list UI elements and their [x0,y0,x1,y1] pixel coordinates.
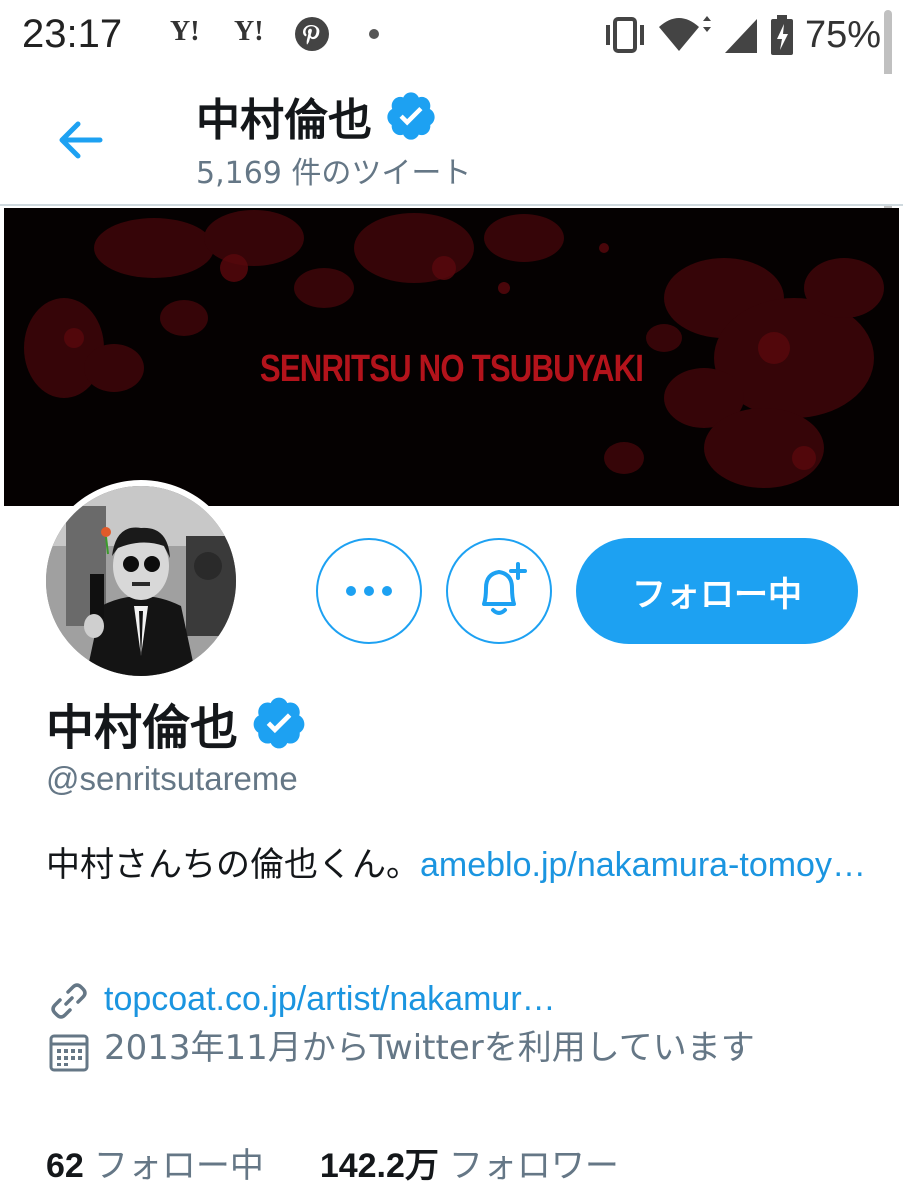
pinterest-icon [295,17,329,51]
yahoo-notification-icon: Y! [234,16,264,47]
profile-avatar[interactable] [40,480,242,682]
followers-stat[interactable]: 142.2万 フォロワー [320,1138,619,1187]
bio-link[interactable]: ameblo.jp/nakamura-tomoy… [420,846,866,884]
tweet-count: 5,169 件のツイート [196,156,472,191]
following-button[interactable]: フォロー中 [576,538,858,644]
followers-count: 142.2万 [319,1147,439,1185]
vibrate-icon [605,17,644,53]
website-row: topcoat.co.jp/artist/nakamur… [46,976,556,1024]
profile-handle: @senritsutareme [46,760,298,797]
bio-text: 中村さんちの倫也くん。 [46,845,420,885]
profile-header-bar: 中村倫也 5,169 件のツイート [0,74,903,206]
bell-plus-icon [482,562,527,615]
more-dots-icon [346,586,392,596]
verified-badge-icon [253,697,305,749]
follow-stats: 62 フォロー中 142.2万 フォロワー [46,1138,619,1187]
more-notifications-dot-icon [369,29,379,39]
yahoo-notification-icon: Y! [170,16,200,47]
cell-signal-icon [724,19,757,53]
following-count: 62 [46,1147,84,1185]
calendar-icon [49,1034,89,1072]
joined-row: 2013年11月からTwitterを利用しています [46,1026,854,1074]
battery-charging-icon [770,15,793,55]
link-icon [51,983,87,1019]
website-link[interactable]: topcoat.co.jp/artist/nakamur… [104,976,556,1022]
verified-badge-icon [387,92,435,140]
profile-name: 中村倫也 [46,688,308,758]
header-title: 中村倫也 [196,84,438,148]
avatar-image [46,486,236,676]
profile-display-name: 中村倫也 [46,700,239,756]
following-label: フォロー中 [93,1146,264,1186]
following-stat[interactable]: 62 フォロー中 [46,1138,264,1187]
wifi-icon [658,16,711,51]
status-bar: 23:17 Y! Y! 75% [0,0,903,74]
more-options-button[interactable] [316,538,422,644]
header-name: 中村倫也 [196,95,372,146]
followers-label: フォロワー [448,1146,619,1186]
notification-bell-button[interactable] [446,538,552,644]
joined-date: 2013年11月からTwitterを利用しています [104,1028,755,1068]
profile-bio: 中村さんちの倫也くん。ameblo.jp/nakamura-tomoy… [46,838,866,892]
banner-title: SENRITSU NO TSUBUYAKI [259,348,644,390]
status-right: 75% [603,10,881,60]
avatar-photo [46,486,236,676]
battery-percent: 75% [804,13,881,56]
status-time: 23:17 [22,12,123,56]
profile-banner[interactable]: SENRITSU NO TSUBUYAKI [4,208,899,506]
back-arrow-icon[interactable] [48,108,112,172]
